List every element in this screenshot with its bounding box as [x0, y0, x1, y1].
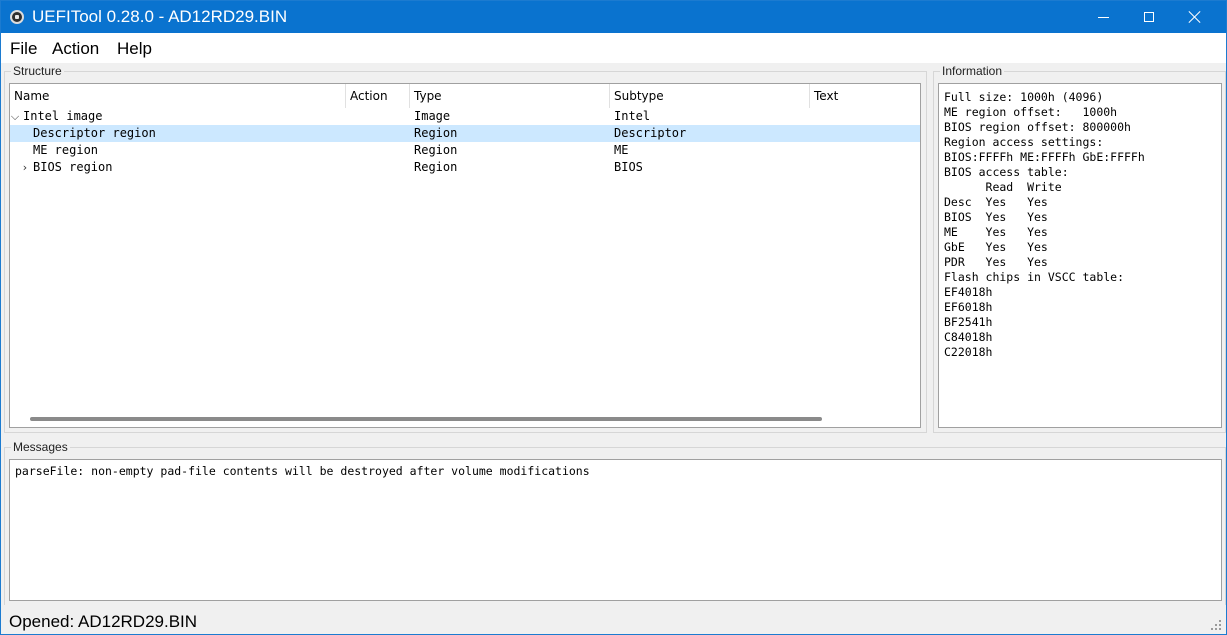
info-line: Desc Yes Yes — [944, 195, 1048, 209]
info-line: Read Write — [944, 180, 1062, 194]
info-line: ME region offset: 1000h — [944, 105, 1118, 119]
chevron-down-icon[interactable]: ⌵ — [10, 108, 20, 125]
close-button[interactable] — [1172, 1, 1218, 33]
window-title: UEFITool 0.28.0 - AD12RD29.BIN — [32, 7, 288, 26]
chevron-right-icon[interactable]: › — [20, 159, 30, 176]
row-type: Image — [414, 109, 451, 123]
row-type: Region — [414, 126, 458, 140]
menu-action[interactable]: Action — [52, 39, 99, 59]
column-subtype[interactable]: Subtype — [610, 84, 810, 108]
row-subtype: Intel — [614, 109, 651, 123]
info-line: BIOS region offset: 800000h — [944, 120, 1131, 134]
info-line: Flash chips in VSCC table: — [944, 270, 1125, 284]
info-line: BIOS:FFFFh ME:FFFFh GbE:FFFFh — [944, 150, 1145, 164]
row-name: Intel image — [23, 109, 103, 123]
close-icon — [1189, 11, 1201, 23]
info-line: EF6018h — [944, 300, 993, 314]
title-bar[interactable]: UEFITool 0.28.0 - AD12RD29.BIN — [1, 1, 1226, 33]
messages-panel[interactable]: parseFile: non-empty pad-file contents w… — [9, 459, 1222, 601]
minimize-button[interactable] — [1080, 1, 1126, 33]
message-line: parseFile: non-empty pad-file contents w… — [15, 464, 590, 478]
menu-help[interactable]: Help — [117, 39, 152, 59]
info-line: EF4018h — [944, 285, 993, 299]
row-name: BIOS region — [33, 160, 113, 174]
info-line: Region access settings: — [944, 135, 1104, 149]
tree-row[interactable]: ME region Region ME — [10, 142, 920, 159]
info-line: GbE Yes Yes — [944, 240, 1048, 254]
row-name: Descriptor region — [33, 126, 156, 140]
menu-file[interactable]: File — [10, 39, 37, 59]
status-bar: Opened: AD12RD29.BIN — [1, 605, 1226, 634]
tree-header: Name Action Type Subtype Text — [10, 84, 920, 108]
messages-label: Messages — [11, 440, 70, 454]
main-window: UEFITool 0.28.0 - AD12RD29.BIN File Acti… — [0, 0, 1227, 635]
resize-grip-icon[interactable] — [1211, 620, 1221, 630]
column-action[interactable]: Action — [346, 84, 410, 108]
structure-label: Structure — [11, 64, 64, 78]
status-text: Opened: AD12RD29.BIN — [9, 612, 198, 631]
row-type: Region — [414, 160, 458, 174]
info-line: BF2541h — [944, 315, 993, 329]
scrollbar-thumb[interactable] — [30, 417, 822, 421]
tree-row-selected[interactable]: Descriptor region Region Descriptor — [10, 125, 920, 142]
maximize-button[interactable] — [1126, 1, 1172, 33]
info-line: BIOS access table: — [944, 165, 1069, 179]
info-line: PDR Yes Yes — [944, 255, 1048, 269]
app-icon — [10, 10, 24, 24]
minimize-icon — [1097, 16, 1109, 18]
info-line: BIOS Yes Yes — [944, 210, 1048, 224]
maximize-icon — [1144, 12, 1154, 22]
column-name[interactable]: Name — [10, 84, 346, 108]
information-panel[interactable]: Full size: 1000h (4096) ME region offset:… — [938, 83, 1222, 428]
tree-row[interactable]: ⌵ Intel image Image Intel — [10, 108, 920, 125]
column-type[interactable]: Type — [410, 84, 610, 108]
information-label: Information — [940, 64, 1005, 78]
horizontal-scrollbar[interactable] — [10, 412, 920, 427]
row-subtype: Descriptor — [614, 126, 687, 140]
structure-tree[interactable]: Name Action Type Subtype Text ⌵ Intel im… — [9, 83, 921, 428]
info-line: Full size: 1000h (4096) — [944, 90, 1104, 104]
info-line: C84018h — [944, 330, 993, 344]
tree-row[interactable]: › BIOS region Region BIOS — [10, 159, 920, 176]
row-subtype: BIOS — [614, 160, 643, 174]
info-line: ME Yes Yes — [944, 225, 1048, 239]
row-subtype: ME — [614, 143, 629, 157]
column-text[interactable]: Text — [810, 84, 920, 108]
info-line: C22018h — [944, 345, 993, 359]
row-name: ME region — [33, 143, 99, 157]
menu-bar: File Action Help — [1, 33, 1226, 63]
row-type: Region — [414, 143, 458, 157]
